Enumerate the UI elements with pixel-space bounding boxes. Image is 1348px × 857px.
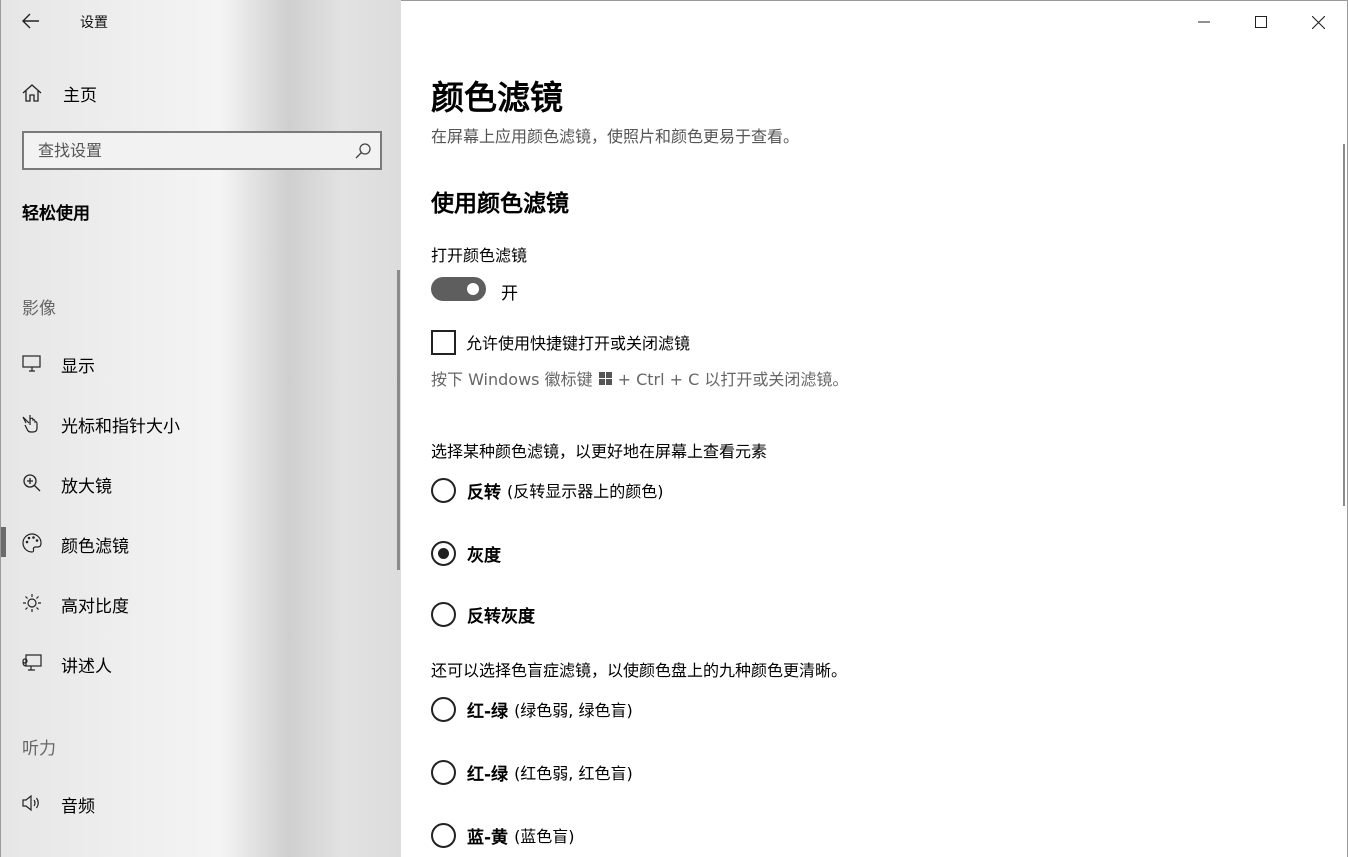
windows-logo-icon [598, 371, 612, 385]
titlebar-left: 设置 [1, 0, 402, 42]
page-description: 在屏幕上应用颜色滤镜，使照片和颜色更易于查看。 [431, 127, 800, 146]
radio-button[interactable] [431, 477, 456, 503]
sidebar-item-narrator[interactable]: 讲述人 [1, 642, 396, 682]
sidebar-item-color-filters[interactable]: 颜色滤镜 [1, 522, 396, 562]
sidebar-item-label: 主页 [63, 85, 97, 106]
shortcut-hint: 按下 Windows 徽标键 + Ctrl + C 以打开或关闭滤镜。 [431, 366, 848, 390]
main-content: 颜色滤镜 在屏幕上应用颜色滤镜，使照片和颜色更易于查看。 使用颜色滤镜 打开颜色… [401, 0, 1348, 857]
radio-button[interactable] [431, 822, 456, 848]
filter-desc: (红色弱, 红色盲) [514, 764, 633, 783]
palette-icon [22, 533, 42, 553]
app-title: 设置 [80, 15, 108, 31]
color-filter-toggle[interactable] [431, 277, 486, 301]
section-title: 轻松使用 [22, 204, 90, 224]
minimize-icon [1198, 21, 1210, 23]
checkbox-label: 允许使用快捷键打开或关闭滤镜 [466, 334, 691, 353]
radio-button[interactable] [431, 601, 456, 627]
magnifier-icon [23, 474, 41, 492]
filter-option-inverted-grayscale[interactable]: 反转灰度 [431, 601, 535, 627]
search-input[interactable] [38, 141, 338, 160]
filter-option-protanopia[interactable]: 红-绿 (红色弱, 红色盲) [431, 759, 633, 785]
sun-icon [23, 594, 41, 612]
main-scrollbar[interactable] [1343, 144, 1345, 506]
section-subtitle: 使用颜色滤镜 [431, 191, 569, 217]
sidebar-item-label: 讲述人 [61, 657, 112, 677]
page-title: 颜色滤镜 [431, 78, 563, 117]
speaker-icon [22, 794, 39, 812]
sidebar-item-audio[interactable]: 音频 [1, 782, 396, 822]
minimize-button[interactable] [1182, 7, 1226, 37]
filter-option-grayscale[interactable]: 灰度 [431, 540, 501, 566]
sidebar-item-display[interactable]: 显示 [1, 342, 396, 382]
sidebar-item-label: 显示 [61, 357, 95, 377]
hint-text-before: 按下 Windows 徽标键 [431, 370, 593, 389]
sidebar-item-label: 高对比度 [61, 597, 129, 617]
radio-button-selected[interactable] [431, 540, 456, 566]
arrow-left-icon [22, 13, 39, 29]
sidebar-item-magnifier[interactable]: 放大镜 [1, 462, 396, 502]
colorblind-prompt: 还可以选择色盲症滤镜，以使颜色盘上的九种颜色更清晰。 [431, 661, 848, 680]
filter-desc: (绿色弱, 绿色盲) [514, 701, 633, 720]
back-button[interactable] [15, 8, 47, 34]
filter-name: 红-绿 [467, 701, 509, 722]
group-label-hearing: 听力 [22, 739, 56, 759]
sidebar-item-cursor[interactable]: 光标和指针大小 [1, 402, 396, 442]
filter-name: 蓝-黄 [467, 827, 509, 848]
filter-desc: (反转显示器上的颜色) [507, 482, 664, 501]
filter-name: 红-绿 [467, 764, 509, 785]
pointer-icon [22, 415, 38, 433]
sidebar: 设置 主页 轻松使用 影像 显示 光标和指针大小 放大镜 颜色滤镜 高对比度 讲… [0, 0, 401, 857]
sidebar-item-label: 音频 [61, 797, 95, 817]
filter-option-invert[interactable]: 反转 (反转显示器上的颜色) [431, 477, 664, 503]
close-button[interactable] [1296, 7, 1340, 37]
hint-text-after: + Ctrl + C 以打开或关闭滤镜。 [617, 370, 849, 389]
search-icon[interactable] [354, 142, 372, 160]
toggle-label: 打开颜色滤镜 [431, 246, 528, 265]
group-label-vision: 影像 [22, 299, 56, 319]
filter-prompt: 选择某种颜色滤镜，以更好地在屏幕上查看元素 [431, 442, 768, 461]
filter-name: 反转 [467, 482, 501, 503]
active-indicator [1, 527, 6, 557]
search-box [22, 131, 382, 170]
maximize-button[interactable] [1239, 7, 1283, 37]
shortcut-checkbox-row[interactable]: 允许使用快捷键打开或关闭滤镜 [431, 329, 690, 355]
radio-button[interactable] [431, 759, 456, 785]
filter-name: 灰度 [467, 545, 501, 566]
narrator-icon [22, 654, 42, 671]
sidebar-item-high-contrast[interactable]: 高对比度 [1, 582, 396, 622]
filter-option-tritanopia[interactable]: 蓝-黄 (蓝色盲) [431, 822, 575, 848]
maximize-icon [1255, 16, 1267, 28]
home-icon [22, 84, 42, 102]
close-icon [1311, 15, 1325, 29]
monitor-icon [22, 355, 41, 372]
sidebar-scrollbar[interactable] [397, 270, 400, 570]
sidebar-item-label: 放大镜 [61, 477, 112, 497]
shortcut-checkbox[interactable] [431, 329, 456, 355]
radio-button[interactable] [431, 696, 456, 722]
filter-name: 反转灰度 [467, 606, 535, 627]
sidebar-item-label: 颜色滤镜 [61, 537, 129, 557]
filter-option-deuteranopia[interactable]: 红-绿 (绿色弱, 绿色盲) [431, 696, 633, 722]
filter-desc: (蓝色盲) [514, 827, 575, 846]
sidebar-item-home[interactable]: 主页 [21, 78, 97, 108]
toggle-knob [467, 283, 479, 295]
sidebar-item-label: 光标和指针大小 [61, 417, 180, 437]
toggle-state: 开 [501, 284, 518, 304]
